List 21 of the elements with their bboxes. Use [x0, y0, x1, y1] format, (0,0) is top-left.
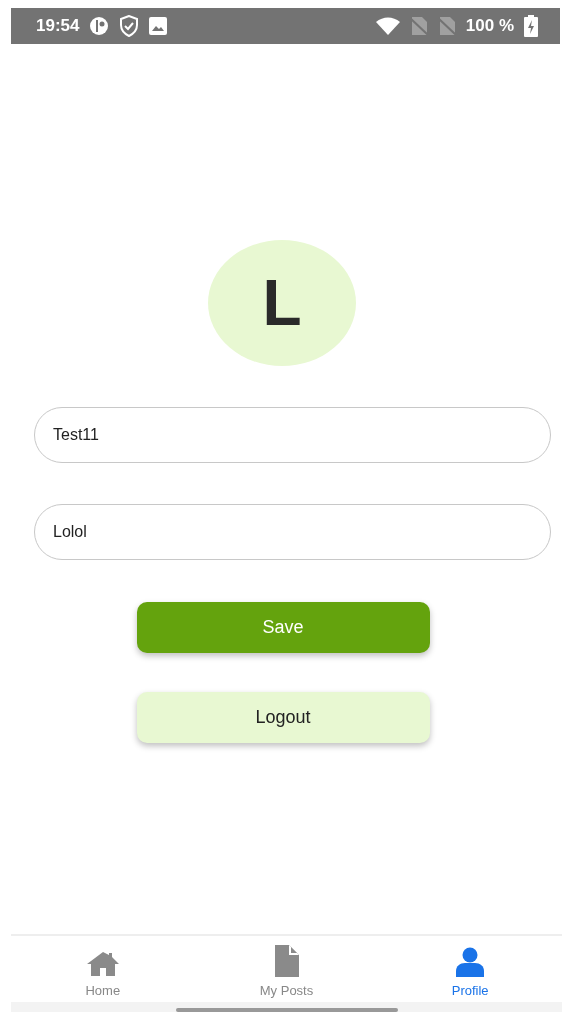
clock: 19:54 — [36, 16, 80, 36]
person-icon — [456, 947, 485, 977]
image-icon — [149, 17, 168, 35]
nav-tab[interactable]: Profile — [378, 936, 562, 1002]
nav-tab[interactable]: My Posts — [194, 936, 379, 1002]
nav-tab[interactable]: Home — [11, 936, 195, 1002]
battery-charging-icon — [524, 15, 538, 37]
save-button[interactable]: Save — [136, 602, 430, 653]
text-field[interactable]: Test11 — [34, 407, 551, 463]
gesture-handle[interactable] — [175, 1008, 398, 1012]
no-sim-icon — [437, 17, 456, 35]
logout-button[interactable]: Logout — [136, 692, 430, 743]
text-field[interactable]: Lolol — [34, 504, 551, 560]
app-icon — [89, 16, 110, 36]
home-icon — [85, 951, 120, 977]
avatar: L — [208, 240, 356, 366]
document-icon — [274, 945, 299, 977]
wifi-icon — [375, 17, 400, 35]
shield-check-icon — [119, 15, 140, 37]
battery-percent: 100 % — [465, 16, 514, 36]
no-sim-icon — [409, 17, 428, 35]
